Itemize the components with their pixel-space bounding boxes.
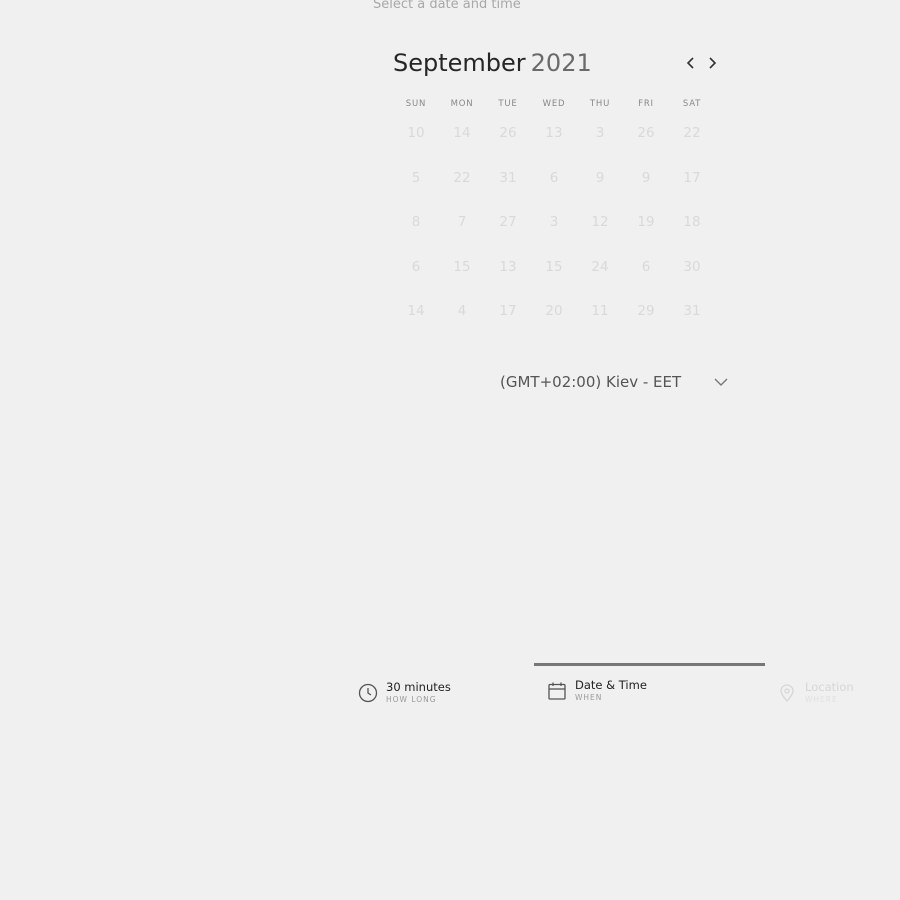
calendar-day: 30 <box>683 258 701 275</box>
calendar-day: 26 <box>499 125 517 141</box>
step-location[interactable]: Location WHERE <box>776 680 854 706</box>
calendar-day: 13 <box>499 258 517 275</box>
map-pin-icon <box>776 682 798 704</box>
weekday-header: SAT <box>682 99 702 109</box>
chevron-left-icon <box>686 57 694 69</box>
step-location-sub: WHERE <box>805 695 838 704</box>
weekday-header: MON <box>450 99 474 109</box>
calendar-day: 31 <box>683 303 701 319</box>
step-date-time-label: Date & Time <box>575 678 647 692</box>
calendar-day: 31 <box>499 169 517 186</box>
step-duration-sub: HOW LONG <box>386 695 437 704</box>
weekday-header: SUN <box>405 99 427 109</box>
calendar-day: 5 <box>411 169 421 186</box>
calendar-day: 26 <box>637 125 655 141</box>
calendar-day: 10 <box>407 125 425 141</box>
calendar-day: 17 <box>499 303 517 319</box>
calendar-day: 14 <box>407 303 425 319</box>
weekday-header: WED <box>542 99 566 109</box>
calendar-day: 13 <box>545 125 563 141</box>
calendar-month-title: September 2021 <box>393 47 592 79</box>
calendar-day: 15 <box>453 258 471 275</box>
calendar-day: 24 <box>591 258 609 275</box>
calendar-day: 22 <box>683 125 701 141</box>
chevron-down-icon <box>714 378 728 386</box>
calendar-day: 15 <box>545 258 563 275</box>
calendar-day: 8 <box>411 214 421 230</box>
next-month-button[interactable] <box>703 54 721 72</box>
chevron-right-icon <box>709 57 717 69</box>
calendar-day: 6 <box>549 169 559 186</box>
calendar-day: 19 <box>637 214 655 230</box>
clock-icon <box>357 682 379 704</box>
step-duration[interactable]: 30 minutes HOW LONG <box>357 680 451 706</box>
calendar-day: 20 <box>545 303 563 319</box>
calendar-day: 6 <box>641 258 651 275</box>
page-subtitle: Select a date and time <box>373 0 521 12</box>
step-progress-bar <box>534 663 765 666</box>
calendar-day: 6 <box>411 258 421 275</box>
booking-steps: 30 minutes HOW LONG Date & Time WHEN Loc… <box>0 660 900 720</box>
calendar-day: 22 <box>453 169 471 186</box>
calendar-day: 9 <box>641 169 651 186</box>
calendar-day: 3 <box>549 214 559 230</box>
calendar-day: 29 <box>637 303 655 319</box>
calendar-day: 27 <box>499 214 517 230</box>
step-date-time-sub: WHEN <box>575 693 603 702</box>
step-date-time[interactable]: Date & Time WHEN <box>546 678 647 704</box>
calendar-month: September <box>393 49 526 77</box>
weekday-header: TUE <box>498 99 518 109</box>
weekday-header: THU <box>589 99 611 109</box>
calendar-day: 18 <box>683 214 701 230</box>
calendar-day: 3 <box>595 125 605 141</box>
calendar-day: 7 <box>457 214 467 230</box>
calendar-day: 12 <box>591 214 609 230</box>
previous-month-button[interactable] <box>682 54 700 72</box>
timezone-select[interactable]: (GMT+02:00) Kiev - EET <box>500 368 730 396</box>
calendar-day: 14 <box>453 125 471 141</box>
calendar-day: 9 <box>595 169 605 186</box>
calendar-year: 2021 <box>530 49 592 77</box>
booking-page: Select a date and time September 2021 SUN… <box>0 0 900 900</box>
calendar-grid: SUN MON TUE WED THU FRI SAT 10 14 26 13 … <box>393 97 715 334</box>
timezone-label: (GMT+02:00) Kiev - EET <box>500 373 682 391</box>
step-duration-label: 30 minutes <box>386 680 451 694</box>
weekday-header: FRI <box>638 99 654 109</box>
step-location-label: Location <box>805 680 854 694</box>
calendar-icon <box>546 680 568 702</box>
calendar-day: 11 <box>591 303 609 319</box>
calendar-day: 17 <box>683 169 701 186</box>
calendar-day: 4 <box>457 303 467 319</box>
